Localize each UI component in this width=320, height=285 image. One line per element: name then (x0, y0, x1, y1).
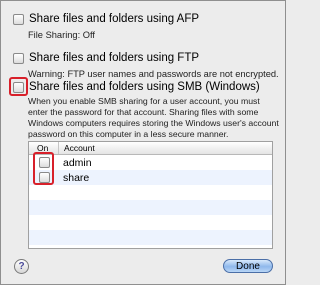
smb-description: When you enable SMB sharing for a user a… (28, 96, 279, 139)
table-row-empty (29, 230, 272, 245)
table-row-empty (29, 185, 272, 200)
afp-status: File Sharing: Off (28, 30, 96, 40)
account-name: admin (63, 156, 92, 169)
accounts-table: On Account admin share (28, 141, 273, 249)
account-name: share (63, 171, 90, 184)
smb-checkbox-highlight (9, 77, 28, 96)
afp-checkbox[interactable] (13, 13, 24, 25)
ftp-option: Share files and folders using FTP (13, 52, 199, 64)
smb-option: Share files and folders using SMB (Windo… (13, 81, 260, 93)
help-button[interactable]: ? (14, 259, 29, 274)
table-row[interactable]: share (29, 170, 272, 185)
done-button[interactable]: Done (223, 259, 273, 273)
afp-label: Share files and folders using AFP (29, 13, 200, 25)
smb-label: Share files and folders using SMB (Windo… (29, 81, 260, 93)
table-row-empty (29, 200, 272, 215)
column-header-account[interactable]: Account (59, 143, 95, 153)
table-row[interactable]: admin (29, 155, 272, 170)
ftp-label: Share files and folders using FTP (29, 52, 200, 64)
ftp-checkbox[interactable] (13, 52, 24, 64)
account-checkboxes-highlight (33, 152, 54, 185)
ftp-warning: Warning: FTP user names and passwords ar… (28, 69, 279, 79)
afp-option: Share files and folders using AFP (13, 13, 199, 25)
table-row-empty (29, 215, 272, 230)
accounts-table-header: On Account (29, 142, 272, 155)
file-sharing-options-sheet: Share files and folders using AFP File S… (0, 0, 286, 285)
